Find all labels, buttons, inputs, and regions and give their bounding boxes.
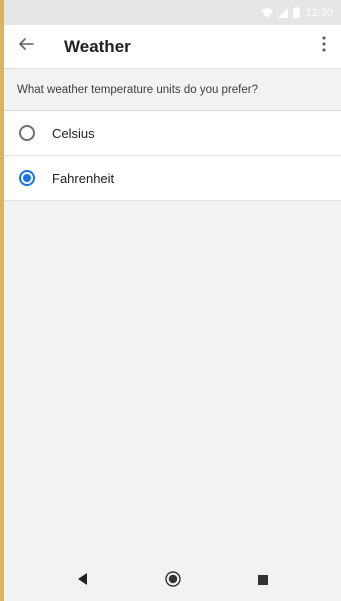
back-button[interactable] — [8, 29, 44, 65]
page-title: Weather — [64, 36, 131, 56]
option-label: Fahrenheit — [52, 170, 115, 186]
nav-home-icon — [164, 570, 181, 592]
screen: 12:30 Weather What weather temperature u… — [4, 0, 341, 601]
arrow-back-icon — [18, 36, 34, 57]
unit-options: Celsius Fahrenheit — [4, 111, 341, 201]
nav-back-icon — [77, 572, 88, 590]
system-nav-bar — [4, 561, 341, 601]
option-celsius[interactable]: Celsius — [4, 111, 341, 156]
radio-fahrenheit[interactable] — [19, 170, 35, 186]
status-bar: 12:30 — [4, 0, 341, 25]
more-options-button[interactable] — [309, 29, 339, 65]
nav-recents-icon — [257, 572, 268, 590]
option-fahrenheit[interactable]: Fahrenheit — [4, 156, 341, 201]
nav-back-button[interactable] — [38, 561, 128, 601]
radio-celsius[interactable] — [19, 125, 35, 141]
nav-home-button[interactable] — [128, 561, 218, 601]
option-label: Celsius — [52, 125, 95, 141]
nav-recents-button[interactable] — [218, 561, 308, 601]
more-vert-icon — [322, 36, 326, 57]
app-bar: Weather — [4, 25, 341, 69]
battery-icon — [293, 7, 301, 18]
wifi-icon — [261, 7, 274, 18]
question-text: What weather temperature units do you pr… — [4, 69, 341, 111]
signal-icon — [278, 7, 289, 18]
status-time: 12:30 — [305, 6, 333, 19]
